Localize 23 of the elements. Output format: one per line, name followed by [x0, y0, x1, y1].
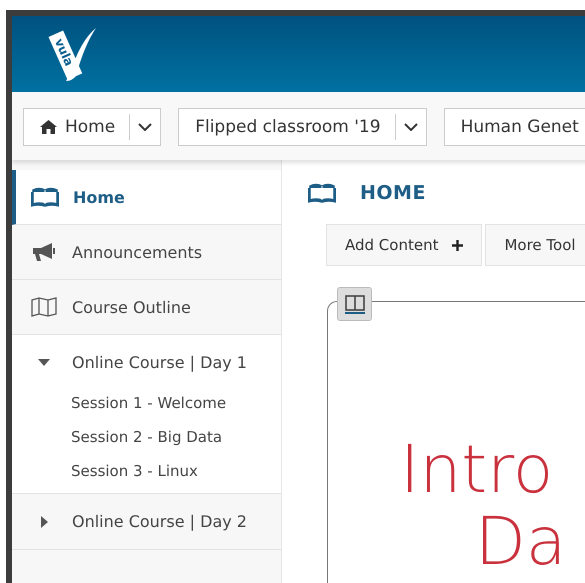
site-dropdown[interactable]: Home [23, 108, 162, 146]
site-dropdown[interactable]: Human Genet [444, 108, 585, 146]
book-icon [308, 183, 336, 203]
sidebar-item[interactable]: Online Course | Day 2 [12, 494, 281, 549]
book-icon [31, 187, 59, 207]
sidebar-subitem[interactable]: Session 2 - Big Data [71, 428, 281, 446]
page-title: HOME [360, 182, 426, 204]
toolbar-button[interactable]: More Tool [485, 224, 585, 266]
map-icon [31, 297, 57, 317]
megaphone-icon [32, 242, 56, 262]
layout-button[interactable] [337, 287, 372, 321]
sidebar-subitem[interactable]: Session 3 - Linux [71, 462, 281, 480]
sidebar-item[interactable]: Online Course | Day 1 [12, 335, 281, 390]
logo[interactable]: vula [40, 26, 98, 82]
sidebar-item[interactable]: Home [12, 170, 281, 225]
columns-icon [344, 294, 364, 314]
slide-title: Intro [399, 434, 554, 506]
home-icon [40, 120, 57, 134]
plus-icon [452, 240, 464, 250]
sidebar-subitem[interactable]: Session 1 - Welcome [71, 394, 281, 412]
slide-title: Da [474, 506, 568, 578]
site-dropdown[interactable]: Flipped classroom '19 [178, 108, 427, 146]
toolbar-button[interactable]: Add Content [326, 224, 482, 266]
